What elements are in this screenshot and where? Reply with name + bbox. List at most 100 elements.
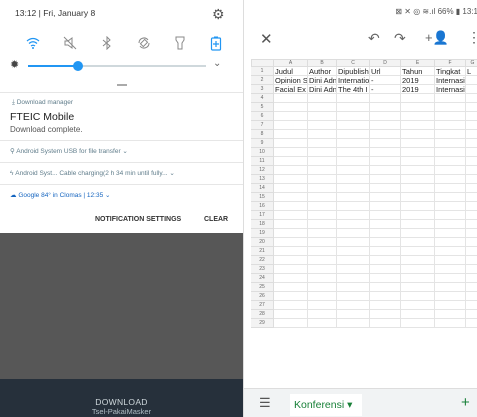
cell[interactable]: Judul bbox=[274, 67, 308, 76]
cell[interactable] bbox=[435, 274, 466, 283]
cell[interactable] bbox=[466, 175, 477, 184]
cell[interactable] bbox=[308, 202, 337, 211]
cell[interactable] bbox=[466, 265, 477, 274]
cell[interactable] bbox=[466, 283, 477, 292]
cell[interactable] bbox=[401, 301, 435, 310]
cell[interactable] bbox=[308, 193, 337, 202]
cell[interactable] bbox=[435, 292, 466, 301]
notification-download[interactable]: ⤓ Download manager FTEIC Mobile Download… bbox=[0, 92, 243, 140]
cell[interactable] bbox=[466, 256, 477, 265]
row-header[interactable]: 1 bbox=[251, 67, 274, 76]
cell[interactable] bbox=[337, 103, 370, 112]
cell[interactable] bbox=[435, 265, 466, 274]
cell[interactable] bbox=[401, 220, 435, 229]
row-header[interactable]: 15 bbox=[251, 193, 274, 202]
row-header[interactable]: 27 bbox=[251, 301, 274, 310]
cell[interactable] bbox=[337, 94, 370, 103]
cell[interactable] bbox=[466, 112, 477, 121]
cell[interactable] bbox=[274, 265, 308, 274]
drag-handle[interactable] bbox=[117, 84, 127, 86]
cell[interactable]: 2019 bbox=[401, 76, 435, 85]
cell[interactable] bbox=[370, 157, 401, 166]
cell[interactable] bbox=[435, 166, 466, 175]
cell[interactable] bbox=[337, 229, 370, 238]
cell[interactable] bbox=[466, 85, 477, 94]
cell[interactable] bbox=[308, 256, 337, 265]
cell[interactable] bbox=[435, 193, 466, 202]
cell[interactable]: Url bbox=[370, 67, 401, 76]
cell[interactable] bbox=[337, 247, 370, 256]
cell[interactable]: - bbox=[370, 85, 401, 94]
cell[interactable] bbox=[401, 184, 435, 193]
cell[interactable] bbox=[370, 229, 401, 238]
cell[interactable] bbox=[370, 166, 401, 175]
cell[interactable] bbox=[308, 121, 337, 130]
cell[interactable]: Tahun bbox=[401, 67, 435, 76]
cell[interactable] bbox=[308, 292, 337, 301]
cell[interactable] bbox=[401, 292, 435, 301]
cell[interactable] bbox=[274, 175, 308, 184]
cell[interactable] bbox=[401, 229, 435, 238]
cell[interactable] bbox=[337, 121, 370, 130]
cell[interactable] bbox=[370, 202, 401, 211]
row-header[interactable]: 13 bbox=[251, 175, 274, 184]
cell[interactable] bbox=[337, 292, 370, 301]
row-header[interactable]: 28 bbox=[251, 310, 274, 319]
cell[interactable]: L bbox=[466, 67, 477, 76]
cell[interactable] bbox=[274, 220, 308, 229]
add-person-icon[interactable]: +👤 bbox=[425, 30, 449, 46]
row-header[interactable]: 14 bbox=[251, 184, 274, 193]
row-header[interactable]: 11 bbox=[251, 157, 274, 166]
cell[interactable] bbox=[308, 157, 337, 166]
row-header[interactable]: 5 bbox=[251, 103, 274, 112]
grid-corner[interactable] bbox=[251, 59, 274, 67]
cell[interactable] bbox=[370, 301, 401, 310]
cell[interactable] bbox=[435, 121, 466, 130]
cell[interactable] bbox=[466, 211, 477, 220]
column-header-b[interactable]: B bbox=[308, 59, 337, 67]
cell[interactable] bbox=[370, 193, 401, 202]
brightness-thumb[interactable] bbox=[72, 61, 83, 71]
battery-saver-icon[interactable] bbox=[207, 34, 225, 52]
cell[interactable]: Dini Adni bbox=[308, 76, 337, 85]
cell[interactable] bbox=[337, 319, 370, 328]
cell[interactable] bbox=[308, 238, 337, 247]
cell[interactable] bbox=[466, 184, 477, 193]
cell[interactable] bbox=[435, 103, 466, 112]
cell[interactable] bbox=[466, 130, 477, 139]
cell[interactable] bbox=[370, 139, 401, 148]
cell[interactable] bbox=[435, 301, 466, 310]
cell[interactable] bbox=[435, 256, 466, 265]
cell[interactable] bbox=[435, 229, 466, 238]
cell[interactable] bbox=[274, 148, 308, 157]
cell[interactable] bbox=[274, 247, 308, 256]
cell[interactable] bbox=[274, 229, 308, 238]
cell[interactable] bbox=[308, 148, 337, 157]
cell[interactable] bbox=[337, 139, 370, 148]
cell[interactable]: Dini Adni bbox=[308, 85, 337, 94]
wifi-icon[interactable] bbox=[24, 34, 42, 52]
cell[interactable] bbox=[308, 175, 337, 184]
cell[interactable] bbox=[401, 166, 435, 175]
cell[interactable] bbox=[337, 238, 370, 247]
cell[interactable] bbox=[466, 301, 477, 310]
cell[interactable] bbox=[370, 103, 401, 112]
cell[interactable] bbox=[466, 139, 477, 148]
cell[interactable] bbox=[274, 193, 308, 202]
cell[interactable] bbox=[370, 112, 401, 121]
row-header[interactable]: 25 bbox=[251, 283, 274, 292]
cell[interactable] bbox=[337, 211, 370, 220]
row-header[interactable]: 22 bbox=[251, 256, 274, 265]
cell[interactable]: Internasi bbox=[435, 85, 466, 94]
cell[interactable] bbox=[337, 148, 370, 157]
row-header[interactable]: 17 bbox=[251, 211, 274, 220]
cell[interactable] bbox=[370, 292, 401, 301]
chevron-down-icon[interactable]: ⌄ bbox=[213, 58, 221, 69]
cell[interactable] bbox=[466, 310, 477, 319]
cell[interactable] bbox=[401, 256, 435, 265]
notification-google[interactable]: ☁ Google 84° in Clomas | 12:35 ⌄ bbox=[0, 184, 243, 206]
row-header[interactable]: 3 bbox=[251, 85, 274, 94]
autorotate-icon[interactable] bbox=[135, 34, 153, 52]
cell[interactable] bbox=[370, 238, 401, 247]
cell[interactable] bbox=[337, 265, 370, 274]
